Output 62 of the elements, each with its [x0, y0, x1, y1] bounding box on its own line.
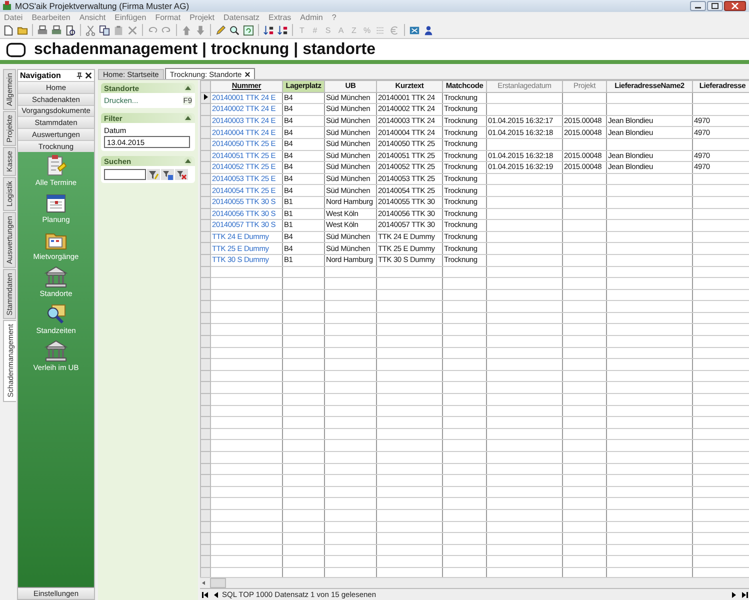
- filter-button[interactable]: [147, 169, 160, 180]
- collapse-button[interactable]: [184, 114, 192, 122]
- collapse-button[interactable]: [184, 157, 192, 165]
- page-title: schadenmanagement | trocknung | standorte: [34, 40, 376, 58]
- printer-icon[interactable]: [37, 24, 48, 36]
- menu-item[interactable]: Extras: [268, 12, 292, 22]
- refresh-icon[interactable]: [243, 24, 254, 36]
- folder-icon[interactable]: [17, 24, 28, 36]
- printer-icon[interactable]: [51, 24, 62, 36]
- filter-table-button[interactable]: [161, 169, 174, 180]
- last-icon: [740, 590, 748, 598]
- menu-item[interactable]: Bearbeiten: [32, 12, 70, 22]
- copy-icon[interactable]: [99, 24, 110, 36]
- first-record-button[interactable]: [200, 590, 209, 599]
- close-icon[interactable]: [244, 72, 250, 76]
- preview-icon[interactable]: [65, 24, 76, 36]
- row-header[interactable]: [200, 92, 210, 104]
- filter-icon: [148, 170, 158, 180]
- collapse-button[interactable]: [184, 84, 192, 92]
- pin-icon[interactable]: [76, 72, 83, 79]
- first-icon: [200, 590, 208, 598]
- sort-descending-icon[interactable]: [277, 24, 288, 36]
- clear-filter-button[interactable]: [175, 169, 188, 180]
- menu-item[interactable]: Datensatz: [223, 12, 260, 22]
- menu-item[interactable]: Ansicht: [79, 12, 106, 22]
- pencil-icon[interactable]: [215, 24, 226, 36]
- building-icon: [44, 264, 68, 289]
- search-field[interactable]: [104, 169, 146, 180]
- sort-ascending-icon[interactable]: [263, 24, 274, 36]
- previous-icon: [212, 590, 220, 598]
- clipboard-icon[interactable]: [113, 24, 124, 36]
- next-record-button[interactable]: [729, 590, 738, 599]
- row-pointer-icon: [204, 94, 208, 100]
- next-icon: [730, 590, 738, 598]
- close-icon[interactable]: [85, 72, 92, 79]
- logo-icon: [6, 42, 26, 58]
- close-icon: [731, 3, 739, 9]
- menu-item[interactable]: Format: [155, 12, 181, 22]
- close-button[interactable]: [724, 1, 746, 11]
- menu-item[interactable]: Datei: [4, 12, 23, 22]
- panel-title: Navigation: [20, 71, 62, 80]
- window-title: MOS'aik Projektverwaltung (Firma Muster AG): [15, 1, 190, 11]
- horizontal-scrollbar[interactable]: [200, 577, 749, 588]
- maximize-button[interactable]: [707, 1, 723, 11]
- building-icon: [44, 338, 68, 363]
- last-record-button[interactable]: [740, 590, 749, 599]
- filter-icon: [162, 170, 172, 180]
- menu-item[interactable]: Projekt: [190, 12, 214, 22]
- menu-item[interactable]: Admin: [300, 12, 323, 22]
- menu-item[interactable]: Einfügen: [114, 12, 146, 22]
- search-icon[interactable]: [229, 24, 240, 36]
- maximize-icon: [711, 3, 719, 9]
- minimize-button[interactable]: [690, 1, 706, 11]
- user-icon[interactable]: [423, 24, 434, 36]
- new-document-icon[interactable]: [3, 24, 14, 36]
- app-icon: [2, 1, 12, 11]
- menu-item[interactable]: ?: [332, 12, 336, 22]
- clear-filter-icon: [176, 170, 186, 180]
- scrollbar-thumb[interactable]: [210, 578, 226, 588]
- collapse-icon: [185, 116, 191, 120]
- collapse-icon: [185, 86, 191, 90]
- collapse-icon: [185, 159, 191, 163]
